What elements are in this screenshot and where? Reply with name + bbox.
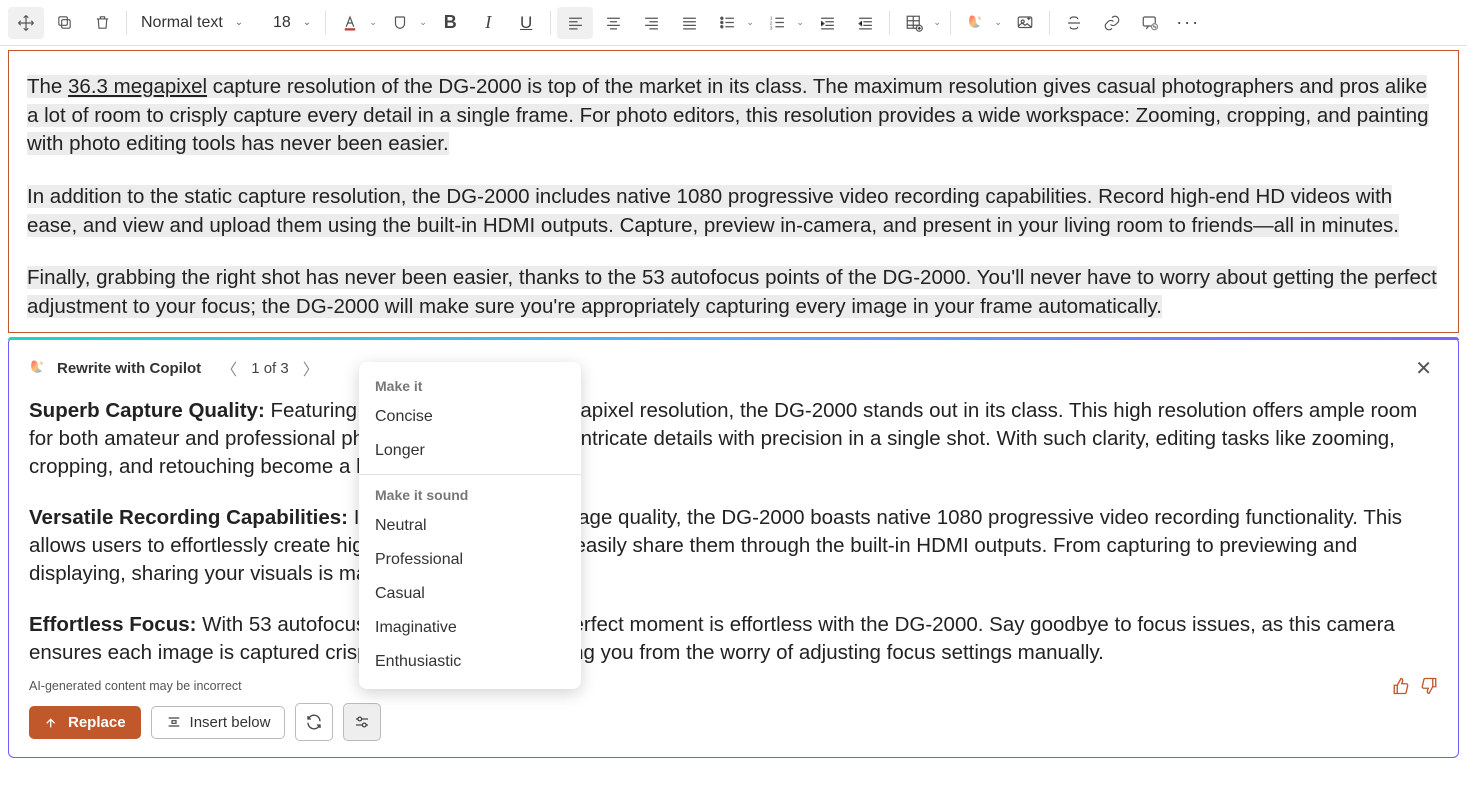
menu-item-enthusiastic[interactable]: Enthusiastic — [359, 645, 581, 679]
delete-button[interactable] — [84, 7, 120, 39]
p1-pre: The — [27, 75, 68, 98]
ai-disclaimer: AI-generated content may be incorrect — [29, 679, 242, 693]
separator — [550, 11, 551, 35]
menu-separator — [359, 474, 581, 475]
align-right-button[interactable] — [633, 7, 669, 39]
highlight-color-button[interactable] — [382, 7, 418, 39]
paragraph-style-select[interactable]: Normal text ⌄ — [133, 10, 263, 36]
copilot-panel-header: Rewrite with Copilot 〈 1 of 3 〉 ✕ — [9, 338, 1458, 393]
menu-item-neutral[interactable]: Neutral — [359, 509, 581, 543]
regenerate-button[interactable] — [295, 703, 333, 741]
insert-table-button[interactable] — [896, 7, 932, 39]
numbered-list-dropdown[interactable]: ⌄ — [793, 17, 807, 28]
svg-text:3: 3 — [769, 26, 772, 31]
close-panel-button[interactable]: ✕ — [1407, 352, 1440, 385]
replace-label: Replace — [68, 714, 126, 731]
suggestion-p2: Versatile Recording Capabilities: In add… — [29, 504, 1438, 589]
toolbar: Normal text ⌄ 18 ⌄ ⌄ ⌄ B I U ⌄ 123 ⌄ — [0, 0, 1467, 46]
suggestion-counter: 1 of 3 — [251, 360, 289, 377]
bullet-list-dropdown[interactable]: ⌄ — [743, 17, 757, 28]
align-left-button[interactable] — [557, 7, 593, 39]
more-options-button[interactable]: ··· — [1170, 7, 1206, 39]
menu-item-imaginative[interactable]: Imaginative — [359, 611, 581, 645]
tone-menu: Make it Concise Longer Make it sound Neu… — [359, 362, 581, 689]
svg-text:1: 1 — [769, 16, 772, 22]
chevron-down-icon: ⌄ — [235, 17, 243, 28]
insert-image-button[interactable] — [1007, 7, 1043, 39]
document-area[interactable]: The 36.3 megapixel capture resolution of… — [8, 50, 1459, 333]
paragraph-2[interactable]: In addition to the static capture resolu… — [27, 183, 1440, 240]
copilot-actions: Replace Insert below — [9, 703, 1458, 757]
separator — [950, 11, 951, 35]
copy-button[interactable] — [46, 7, 82, 39]
adjust-tone-button[interactable] — [343, 703, 381, 741]
suggestion-nav: 〈 1 of 3 〉 — [217, 354, 323, 382]
thumbs-up-button[interactable] — [1392, 677, 1410, 695]
copilot-icon — [27, 358, 47, 378]
separator — [325, 11, 326, 35]
chevron-down-icon: ⌄ — [303, 17, 311, 28]
insert-table-dropdown[interactable]: ⌄ — [930, 17, 944, 28]
align-justify-button[interactable] — [671, 7, 707, 39]
separator — [126, 11, 127, 35]
comment-button[interactable] — [1132, 7, 1168, 39]
menu-item-concise[interactable]: Concise — [359, 400, 581, 434]
next-suggestion-button[interactable]: 〉 — [299, 354, 323, 382]
paragraph-1[interactable]: The 36.3 megapixel capture resolution of… — [27, 73, 1440, 159]
copilot-toolbar-button[interactable] — [957, 7, 993, 39]
bullet-list-button[interactable] — [709, 7, 745, 39]
menu-item-casual[interactable]: Casual — [359, 577, 581, 611]
menu-heading-make-it: Make it — [359, 372, 581, 400]
link-button[interactable] — [1094, 7, 1130, 39]
menu-item-longer[interactable]: Longer — [359, 434, 581, 468]
menu-heading-make-it-sound: Make it sound — [359, 481, 581, 509]
copilot-rewrite-panel: Rewrite with Copilot 〈 1 of 3 〉 ✕ Superb… — [8, 337, 1459, 758]
svg-text:2: 2 — [769, 21, 772, 27]
paragraph-3[interactable]: Finally, grabbing the right shot has nev… — [27, 264, 1440, 321]
separator — [1049, 11, 1050, 35]
copilot-panel-title: Rewrite with Copilot — [57, 360, 201, 377]
highlight-color-dropdown[interactable]: ⌄ — [416, 17, 430, 28]
insert-below-button[interactable]: Insert below — [151, 706, 286, 739]
suggestion-p1: Superb Capture Quality: Featuring an imp… — [29, 397, 1438, 482]
p1-post: capture resolution of the DG-2000 is top… — [27, 75, 1429, 155]
suggestion-p3: Effortless Focus: With 53 autofocus poin… — [29, 611, 1438, 668]
numbered-list-button[interactable]: 123 — [759, 7, 795, 39]
copilot-suggestion-body: Superb Capture Quality: Featuring an imp… — [9, 393, 1458, 667]
move-tool-button[interactable] — [8, 7, 44, 39]
decrease-indent-button[interactable] — [847, 7, 883, 39]
separator — [889, 11, 890, 35]
copilot-footer-row: AI-generated content may be incorrect — [9, 677, 1458, 703]
increase-indent-button[interactable] — [809, 7, 845, 39]
font-size-select[interactable]: 18 ⌄ — [265, 10, 319, 36]
replace-button[interactable]: Replace — [29, 706, 141, 739]
bold-button[interactable]: B — [432, 7, 468, 39]
megapixel-link[interactable]: 36.3 megapixel — [68, 75, 207, 98]
font-color-dropdown[interactable]: ⌄ — [366, 17, 380, 28]
insert-label: Insert below — [190, 714, 271, 731]
strikethrough-button[interactable] — [1056, 7, 1092, 39]
italic-button[interactable]: I — [470, 7, 506, 39]
copilot-toolbar-dropdown[interactable]: ⌄ — [991, 17, 1005, 28]
underline-button[interactable]: U — [508, 7, 544, 39]
align-center-button[interactable] — [595, 7, 631, 39]
font-size-value: 18 — [273, 14, 291, 32]
paragraph-style-label: Normal text — [141, 14, 223, 32]
prev-suggestion-button[interactable]: 〈 — [217, 354, 241, 382]
font-color-button[interactable] — [332, 7, 368, 39]
thumbs-down-button[interactable] — [1420, 677, 1438, 695]
menu-item-professional[interactable]: Professional — [359, 543, 581, 577]
